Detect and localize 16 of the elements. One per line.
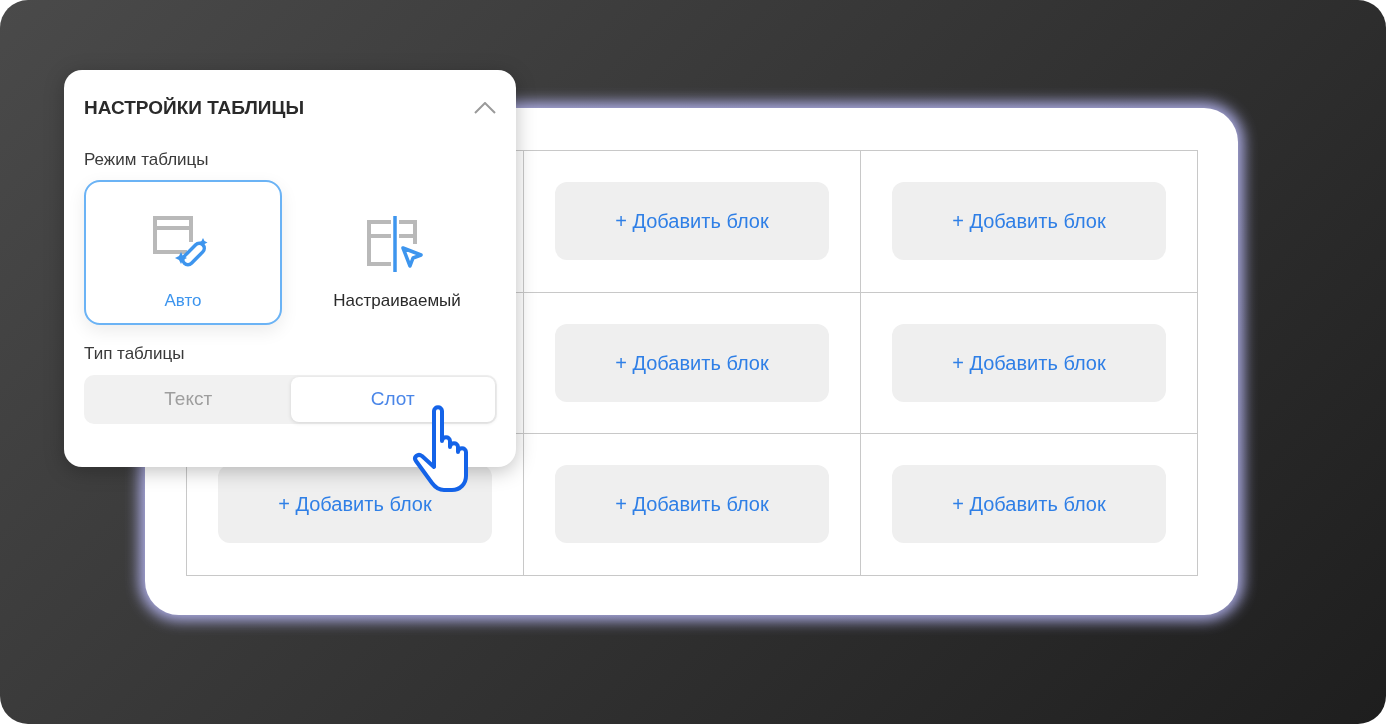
add-block-button[interactable]: + Добавить блок [892,323,1166,402]
section-label: Тип таблицы [84,343,186,365]
add-block-button[interactable]: + Добавить блок [555,182,829,261]
segment-tab[interactable]: Слот [290,376,495,422]
mode-label: Настраиваемый [333,289,461,312]
segment-tab[interactable]: Текст [86,376,291,422]
add-block-button[interactable]: + Добавить блок [555,465,829,544]
chevron-up-icon[interactable] [474,102,496,115]
panel-title: НАСТРОЙКИ ТАБЛИЦЫ [84,96,304,120]
add-block-button[interactable]: + Добавить блок [218,465,492,544]
add-block-button[interactable]: + Добавить блок [892,182,1166,261]
add-block-button[interactable]: + Добавить блок [892,465,1166,544]
mode-label: Авто [164,289,202,312]
section-label: Режим таблицы [84,148,210,171]
add-block-button[interactable]: + Добавить блок [555,323,829,402]
mode-card[interactable]: Авто [84,180,282,325]
